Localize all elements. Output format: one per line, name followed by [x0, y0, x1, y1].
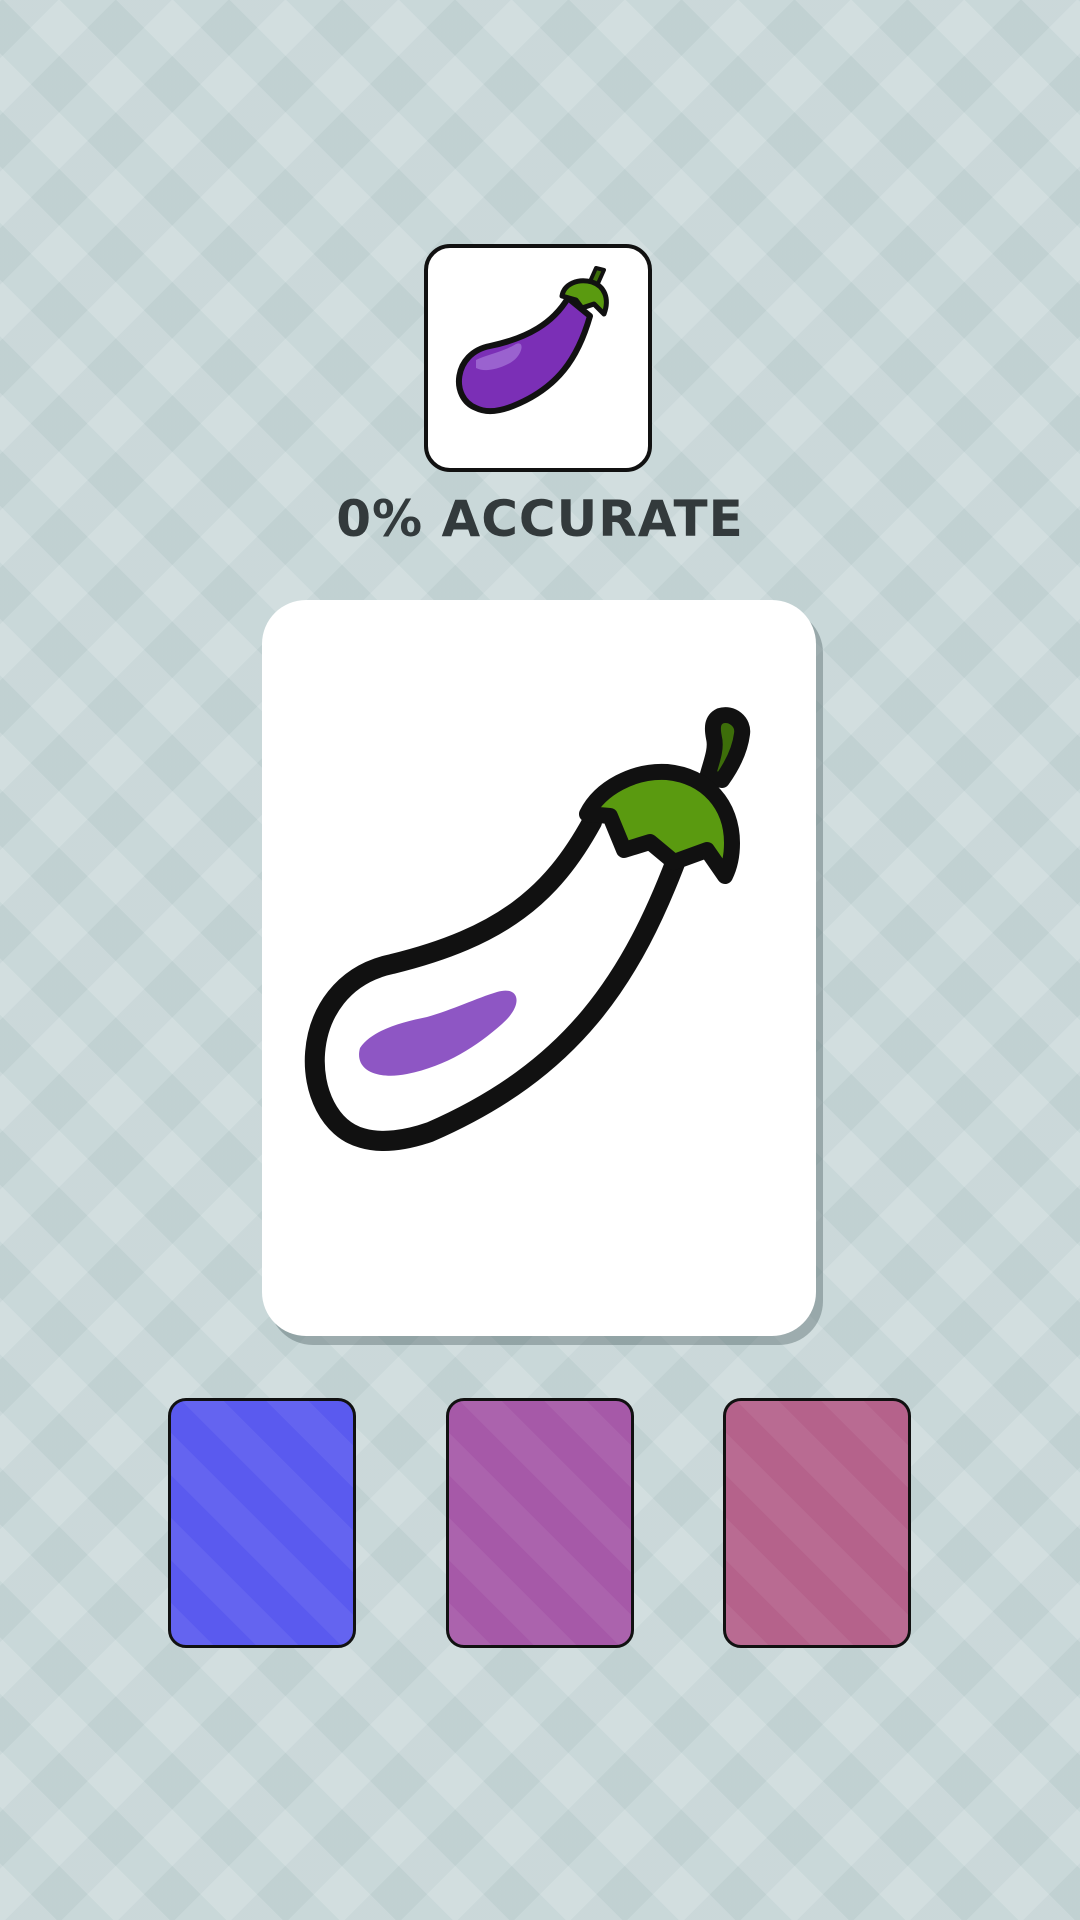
color-swatch-rose[interactable] — [723, 1398, 911, 1648]
color-swatch-blue[interactable] — [168, 1398, 356, 1648]
coloring-canvas[interactable] — [262, 600, 816, 1336]
accuracy-label: 0% ACCURATE — [336, 490, 744, 548]
eggplant-outline-icon — [304, 707, 751, 1151]
eggplant-icon — [455, 266, 609, 415]
color-swatch-purple[interactable] — [446, 1398, 634, 1648]
game-screen: 0% ACCURATE — [0, 0, 1080, 1920]
reference-card — [424, 244, 652, 472]
